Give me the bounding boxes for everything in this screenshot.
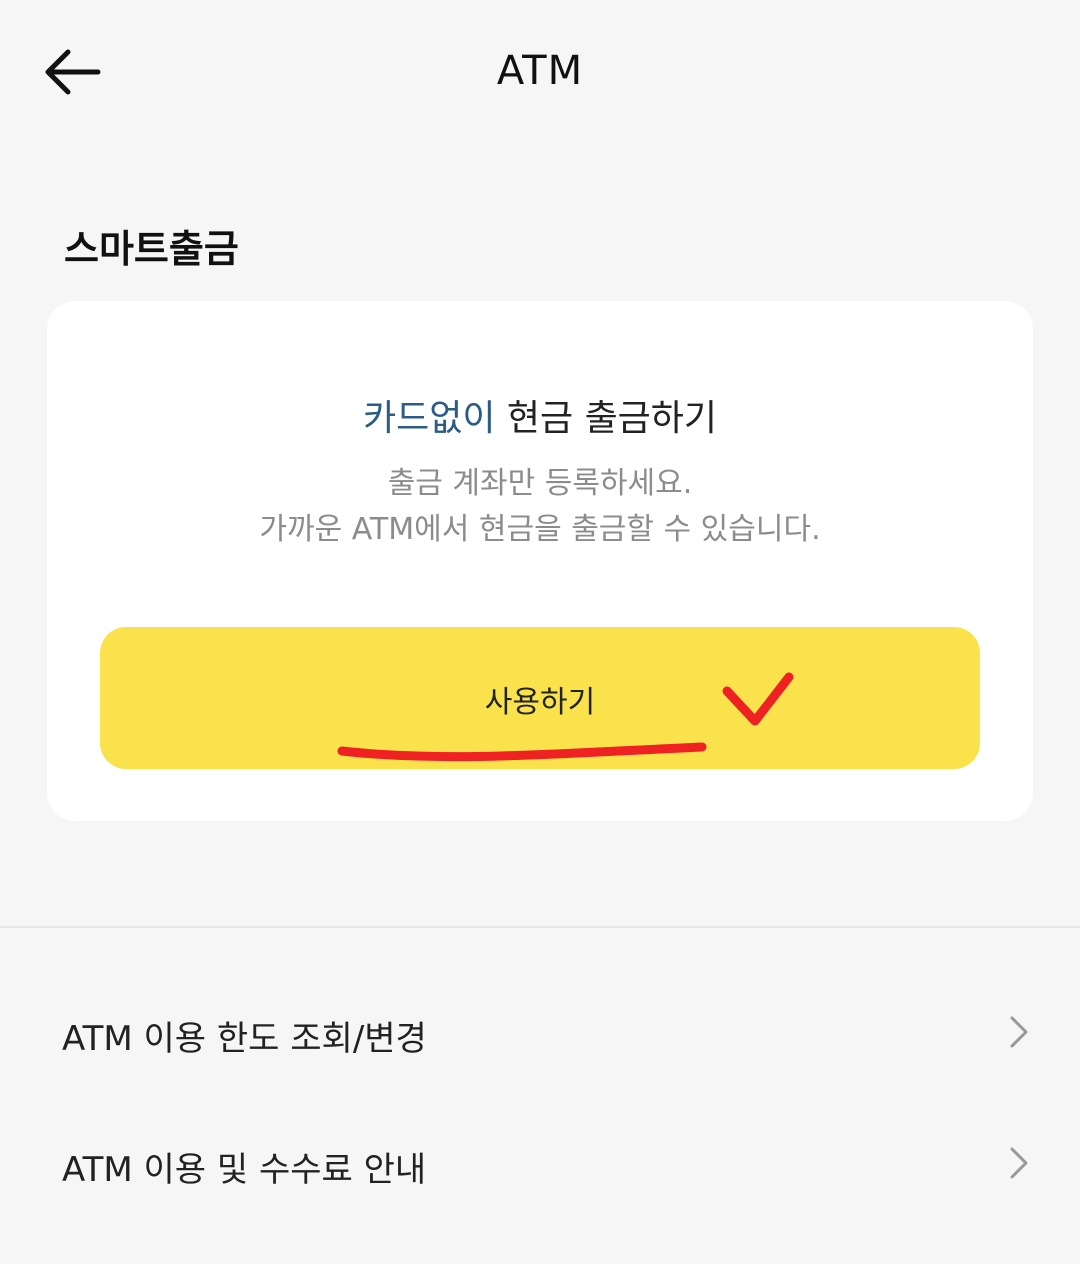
card-headline: 카드없이 현금 출금하기: [47, 389, 1033, 441]
chevron-right-icon: [1010, 1016, 1028, 1048]
headline-highlight: 카드없이: [362, 398, 496, 439]
header: ATM: [0, 0, 1080, 150]
page-title: ATM: [496, 48, 584, 94]
card-description: 출금 계좌만 등록하세요. 가까운 ATM에서 현금을 출금할 수 있습니다.: [47, 461, 1033, 553]
menu-item-atm-limit[interactable]: ATM 이용 한도 조회/변경: [0, 977, 1080, 1087]
divider: [0, 926, 1080, 928]
menu-item-label: ATM 이용 및 수수료 안내: [62, 1150, 427, 1190]
chevron-right-icon: [1010, 1147, 1028, 1179]
use-button[interactable]: 사용하기: [100, 627, 980, 769]
headline-rest: 현금 출금하기: [495, 398, 718, 439]
description-line-1: 출금 계좌만 등록하세요.: [387, 466, 693, 501]
menu-item-atm-fee-info[interactable]: ATM 이용 및 수수료 안내: [0, 1108, 1080, 1218]
section-title: 스마트출금: [64, 227, 239, 271]
use-button-label: 사용하기: [484, 685, 596, 720]
description-line-2: 가까운 ATM에서 현금을 출금할 수 있습니다.: [259, 512, 821, 547]
menu-item-label: ATM 이용 한도 조회/변경: [62, 1019, 427, 1059]
smart-withdrawal-card: 카드없이 현금 출금하기 출금 계좌만 등록하세요. 가까운 ATM에서 현금을…: [47, 301, 1033, 821]
